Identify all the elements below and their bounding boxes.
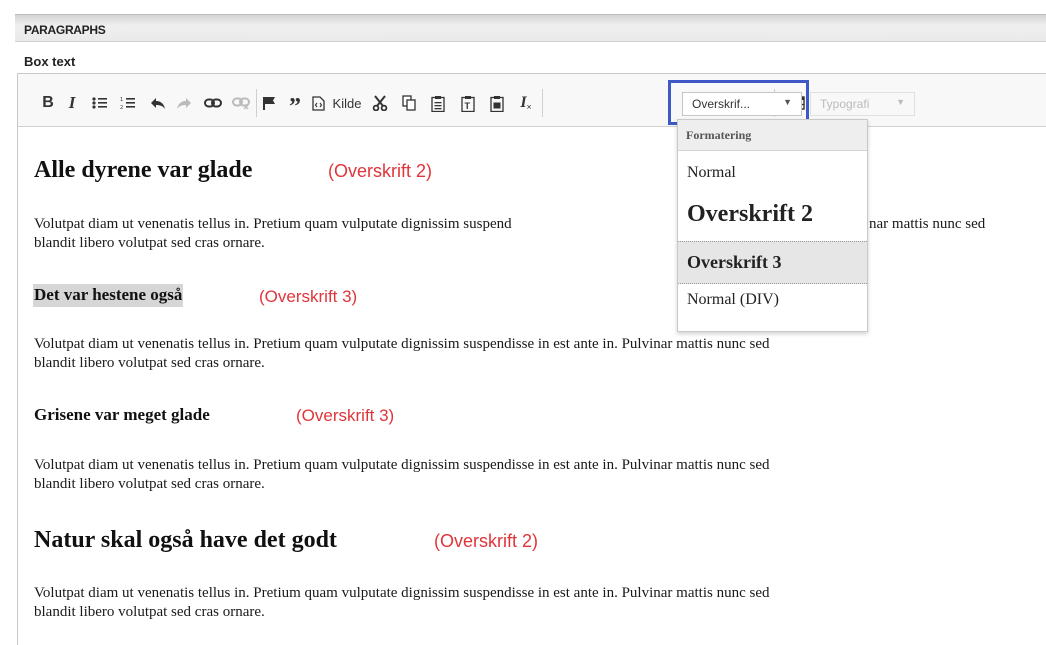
copy-icon[interactable] [399, 93, 419, 113]
bold-button[interactable]: B [40, 93, 56, 113]
content-paragraph[interactable]: Volutpat diam ut venenatis tellus in. Pr… [34, 215, 1034, 253]
toolbar-separator [256, 89, 257, 117]
toolbar-separator [542, 89, 543, 117]
paragraph-line: Volutpat diam ut venenatis tellus in. Pr… [34, 336, 770, 352]
numbered-list-icon[interactable]: 12 [118, 93, 138, 113]
content-heading-3[interactable]: Grisene var meget glade [34, 405, 210, 425]
heading-annotation: (Overskrift 2) [434, 531, 539, 551]
cut-icon[interactable] [370, 93, 390, 113]
content-heading-3-selected[interactable]: Det var hestene også [33, 284, 184, 307]
content-paragraph[interactable]: Volutpat diam ut venenatis tellus in. Pr… [34, 335, 1034, 373]
section-title: PARAGRAPHS [24, 23, 106, 37]
source-button-label[interactable]: Kilde [329, 93, 365, 113]
heading-annotation: (Overskrift 3) [296, 406, 395, 425]
paragraph-line: blandit libero volutpat sed cras ornare. [34, 235, 265, 251]
style-combo-value: Typografi [820, 97, 870, 111]
undo-icon[interactable] [148, 93, 168, 113]
format-option-heading-3[interactable]: Overskrift 3 [678, 241, 867, 284]
svg-text:T: T [465, 101, 471, 111]
source-icon[interactable] [310, 93, 326, 113]
unlink-icon[interactable] [230, 93, 252, 113]
format-option-heading-2[interactable]: Overskrift 2 [678, 196, 867, 236]
heading-annotation: (Overskrift 3) [259, 287, 358, 306]
paste-text-icon[interactable]: T [458, 93, 478, 113]
flag-anchor-icon[interactable] [260, 93, 278, 113]
paragraph-line: Volutpat diam ut venenatis tellus in. Pr… [34, 585, 770, 601]
dropdown-group-header: Formatering [678, 120, 867, 151]
svg-text:1: 1 [120, 97, 123, 103]
remove-format-icon[interactable]: I × [516, 93, 536, 113]
field-label: Box text [24, 54, 76, 69]
content-heading-2[interactable]: Natur skal også have det godt [34, 527, 337, 554]
section-header: PARAGRAPHS [15, 14, 1046, 42]
redo-icon[interactable] [174, 93, 194, 113]
format-option-normal[interactable]: Normal [678, 160, 867, 186]
paragraph-line: Volutpat diam ut venenatis tellus in. Pr… [34, 457, 770, 473]
paste-icon[interactable] [428, 93, 448, 113]
link-icon[interactable] [202, 93, 224, 113]
paragraph-line: blandit libero volutpat sed cras ornare. [34, 476, 265, 492]
bulleted-list-icon[interactable] [90, 93, 110, 113]
italic-button[interactable]: I [64, 93, 80, 113]
paragraph-line: blandit libero volutpat sed cras ornare. [34, 355, 265, 371]
format-dropdown-panel: Formatering Normal Overskrift 2 Overskri… [677, 119, 868, 332]
content-heading-2[interactable]: Alle dyrene var glade [34, 157, 252, 184]
paragraph-line: nar mattis nunc sed [869, 216, 986, 232]
heading-annotation: (Overskrift 2) [328, 161, 433, 181]
style-combo[interactable]: Typografi ▼ [810, 92, 915, 116]
content-paragraph[interactable]: Volutpat diam ut venenatis tellus in. Pr… [34, 456, 1034, 494]
content-paragraph[interactable]: Volutpat diam ut venenatis tellus in. Pr… [34, 584, 1034, 622]
paragraph-line: Volutpat diam ut venenatis tellus in. Pr… [34, 216, 512, 232]
paragraph-line: blandit libero volutpat sed cras ornare. [34, 604, 265, 620]
svg-text:2: 2 [120, 105, 123, 110]
chevron-down-icon: ▼ [896, 97, 905, 107]
paste-from-word-icon[interactable] [487, 93, 507, 113]
blockquote-icon[interactable]: ” [286, 93, 304, 120]
format-option-normal-div[interactable]: Normal (DIV) [678, 287, 867, 313]
